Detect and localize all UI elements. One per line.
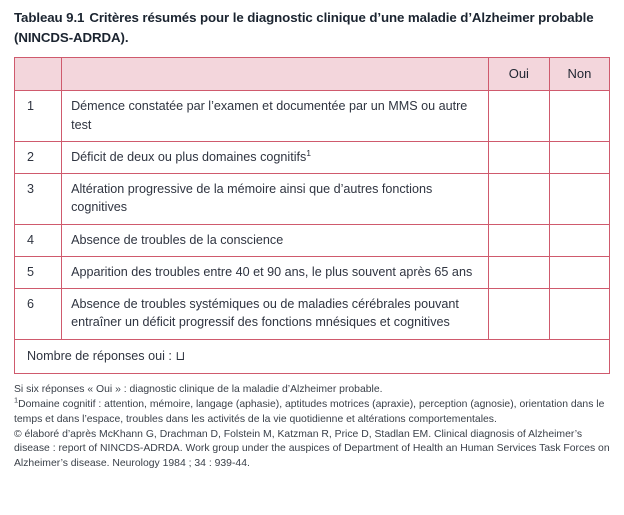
row-number: 6 bbox=[13, 288, 63, 340]
row-number: 3 bbox=[13, 173, 63, 225]
table-number: Tableau 9.1 bbox=[14, 10, 85, 25]
table-row: 6 Absence de troubles systémiques ou de … bbox=[13, 288, 611, 340]
footnote-marker: 1 bbox=[306, 147, 312, 158]
column-header-number bbox=[13, 57, 63, 92]
column-header-criterion bbox=[61, 57, 489, 92]
row-oui-checkbox[interactable] bbox=[487, 223, 550, 257]
total-row: Nombre de réponses oui : ⊔ bbox=[14, 338, 610, 374]
table-row: 3 Altération progressive de la mémoire a… bbox=[13, 173, 611, 225]
row-criterion: Absence de troubles de la conscience bbox=[61, 223, 489, 257]
column-header-non: Non bbox=[548, 57, 611, 92]
page-title: Tableau 9.1 Critères résumés pour le diag… bbox=[14, 8, 594, 48]
row-oui-checkbox[interactable] bbox=[487, 140, 550, 175]
row-non-checkbox[interactable] bbox=[548, 255, 611, 290]
row-criterion: Démence constatée par l’examen et docume… bbox=[61, 90, 489, 142]
table-page: Tableau 9.1 Critères résumés pour le diag… bbox=[0, 0, 624, 515]
row-criterion: Altération progressive de la mémoire ain… bbox=[61, 173, 489, 225]
row-non-checkbox[interactable] bbox=[548, 223, 611, 257]
row-oui-checkbox[interactable] bbox=[487, 255, 550, 290]
row-criterion-text: Déficit de deux ou plus domaines cogniti… bbox=[71, 149, 307, 164]
row-number: 1 bbox=[13, 90, 63, 142]
row-number: 2 bbox=[13, 140, 63, 175]
row-oui-checkbox[interactable] bbox=[487, 173, 550, 225]
row-non-checkbox[interactable] bbox=[548, 140, 611, 175]
table-row: 4 Absence de troubles de la conscience bbox=[13, 223, 611, 257]
row-non-checkbox[interactable] bbox=[548, 288, 611, 340]
table-footer: Nombre de réponses oui : ⊔ bbox=[14, 338, 610, 374]
row-oui-checkbox[interactable] bbox=[487, 90, 550, 142]
answer-box-icon[interactable]: ⊔ bbox=[175, 348, 185, 363]
total-responses-label: Nombre de réponses oui : bbox=[27, 348, 172, 363]
row-number: 5 bbox=[13, 255, 63, 290]
table-row: 1 Démence constatée par l’examen et docu… bbox=[13, 90, 611, 142]
table-row: 2 Déficit de deux ou plus domaines cogni… bbox=[13, 140, 611, 175]
column-header-oui: Oui bbox=[487, 57, 550, 92]
row-oui-checkbox[interactable] bbox=[487, 288, 550, 340]
note-footnote-1: 1Domaine cognitif : attention, mémoire, … bbox=[14, 396, 612, 428]
criteria-table: Oui Non 1 Démence constatée par l’examen… bbox=[13, 57, 611, 374]
table-header-row: Oui Non bbox=[13, 57, 611, 92]
note-interpretation: Si six réponses « Oui » : diagnostic cli… bbox=[14, 383, 383, 395]
table-caption: Critères résumés pour le diagnostic clin… bbox=[14, 10, 594, 46]
total-responses-cell: Nombre de réponses oui : ⊔ bbox=[14, 338, 610, 374]
row-non-checkbox[interactable] bbox=[548, 173, 611, 225]
table-row: 5 Apparition des troubles entre 40 et 90… bbox=[13, 255, 611, 290]
footnote-1-text: Domaine cognitif : attention, mémoire, l… bbox=[14, 398, 605, 425]
row-criterion: Déficit de deux ou plus domaines cogniti… bbox=[61, 140, 489, 175]
table-header: Oui Non bbox=[13, 57, 611, 92]
note-copyright: © élaboré d’après McKhann G, Drachman D,… bbox=[14, 428, 610, 470]
row-number: 4 bbox=[13, 223, 63, 257]
row-criterion: Absence de troubles systémiques ou de ma… bbox=[61, 288, 489, 340]
row-non-checkbox[interactable] bbox=[548, 90, 611, 142]
table-body: 1 Démence constatée par l’examen et docu… bbox=[13, 90, 611, 340]
row-criterion: Apparition des troubles entre 40 et 90 a… bbox=[61, 255, 489, 290]
footnotes: Si six réponses « Oui » : diagnostic cli… bbox=[14, 383, 612, 472]
